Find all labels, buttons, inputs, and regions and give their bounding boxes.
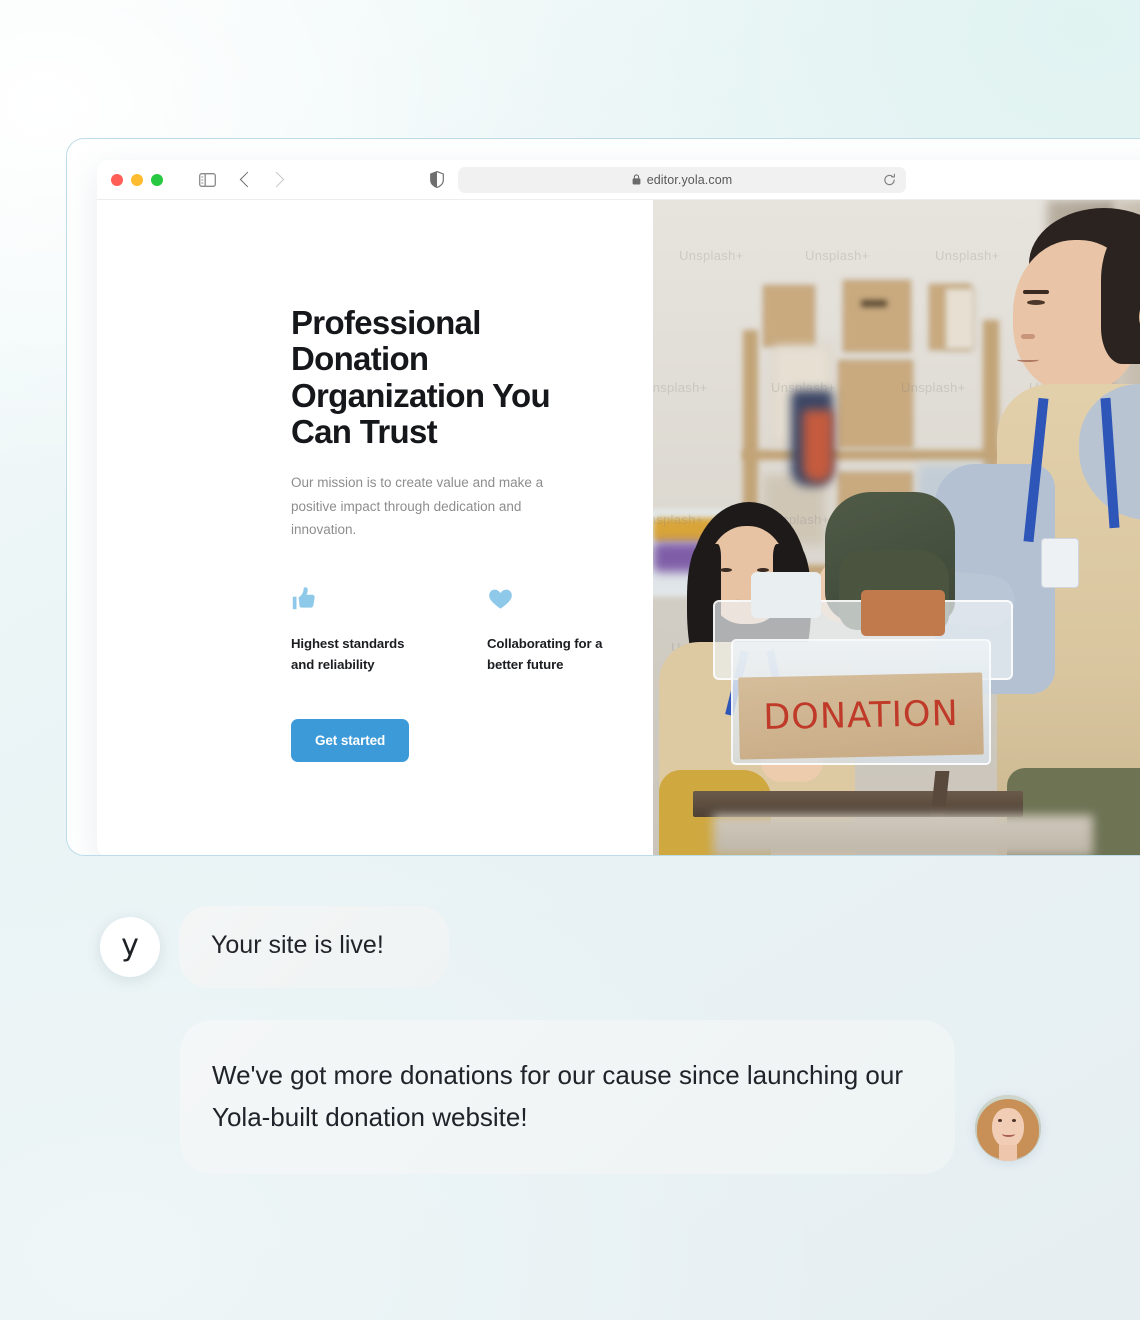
- chat-message-text: Your site is live!: [211, 931, 384, 959]
- hero-text-column: Professional Donation Organization You C…: [97, 200, 653, 855]
- feature-item-collaboration: Collaborating for a better future: [487, 585, 621, 675]
- browser-window-inner: editor.yola.com Professional Donation Or…: [97, 160, 1140, 855]
- hero-image-scene: Unsplash+ Unsplash+ Unsplash+ Unsplash+ …: [653, 200, 1140, 855]
- lock-icon: [632, 174, 641, 185]
- customer-avatar: [975, 1095, 1041, 1161]
- table-leg: [930, 771, 950, 817]
- chat-message-1: y Your site is live!: [100, 906, 449, 988]
- hero-image: Unsplash+ Unsplash+ Unsplash+ Unsplash+ …: [653, 200, 1140, 855]
- page-root: editor.yola.com Professional Donation Or…: [0, 0, 1140, 1320]
- chevron-right-icon[interactable]: [268, 171, 285, 188]
- donation-sign-text: DONATION: [762, 693, 960, 739]
- feature-item-standards: Highest standards and reliability: [291, 585, 425, 675]
- feature-label: Highest standards and reliability: [291, 636, 405, 672]
- hero-subtitle: Our mission is to create value and make …: [291, 475, 544, 537]
- volunteer-man: [812, 208, 1140, 855]
- get-started-button[interactable]: Get started: [291, 719, 410, 763]
- window-controls[interactable]: [111, 173, 163, 186]
- chat-bubble-customer: We've got more donations for our cause s…: [180, 1020, 955, 1175]
- chat-message-text: We've got more donations for our cause s…: [212, 1060, 903, 1133]
- minimize-button[interactable]: [131, 173, 143, 186]
- url-text: editor.yola.com: [646, 172, 733, 187]
- thumbs-up-icon: [291, 585, 425, 615]
- url-bar[interactable]: editor.yola.com: [458, 166, 906, 193]
- browser-toolbar: editor.yola.com: [97, 160, 1140, 200]
- sidebar-icon[interactable]: [199, 172, 216, 187]
- page-title: Professional Donation Organization You C…: [291, 304, 551, 450]
- shield-icon[interactable]: [430, 171, 444, 188]
- table-top: [693, 771, 1023, 817]
- chat-bubble-brand: Your site is live!: [179, 906, 449, 988]
- donation-sign: DONATION: [738, 672, 984, 760]
- close-button[interactable]: [111, 173, 123, 186]
- feature-list: Highest standards and reliability Collab…: [291, 585, 621, 675]
- yola-logo-letter: y: [121, 927, 139, 963]
- yola-logo-avatar: y: [100, 916, 160, 977]
- chevron-left-icon[interactable]: [239, 171, 256, 188]
- heart-icon: [487, 585, 621, 615]
- feature-label: Collaborating for a better future: [487, 636, 603, 672]
- browser-window: editor.yola.com Professional Donation Or…: [66, 138, 1140, 856]
- website-preview: Professional Donation Organization You C…: [97, 200, 1140, 855]
- zoom-button[interactable]: [151, 173, 163, 186]
- reload-icon[interactable]: [883, 173, 896, 186]
